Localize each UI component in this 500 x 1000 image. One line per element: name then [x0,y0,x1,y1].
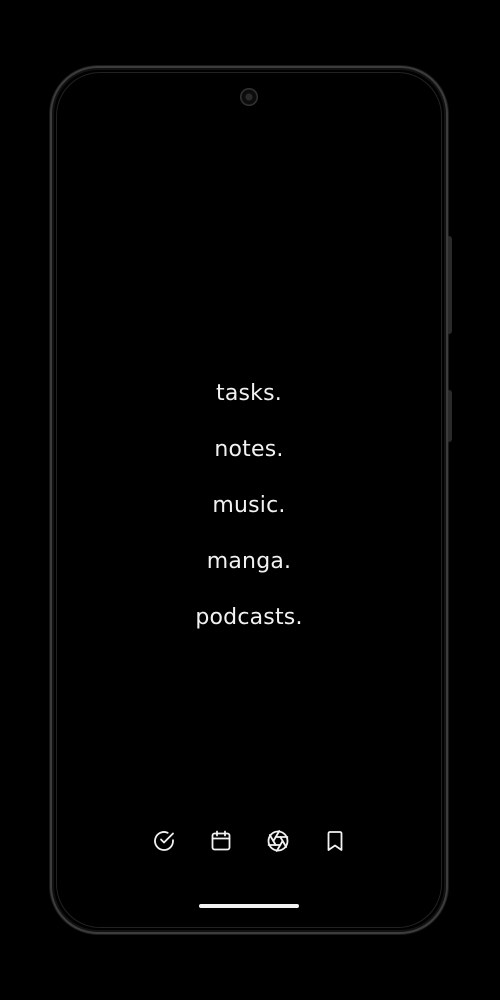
bottom-tab-bar [58,828,440,854]
main-menu: tasks. notes. music. manga. podcasts. [58,366,440,646]
calendar-icon [211,830,230,851]
menu-item-tasks[interactable]: tasks. [216,366,282,422]
menu-item-notes[interactable]: notes. [214,422,283,478]
home-indicator[interactable] [199,904,299,908]
screen: tasks. notes. music. manga. podcasts. [58,74,440,926]
bookmark-icon [327,831,342,851]
tab-tasks[interactable] [151,828,177,854]
tab-calendar[interactable] [208,828,234,854]
menu-item-music[interactable]: music. [212,478,285,534]
tab-aperture[interactable] [265,828,291,854]
volume-button [448,236,452,334]
menu-item-manga[interactable]: manga. [207,534,292,590]
menu-item-podcasts[interactable]: podcasts. [195,590,302,646]
aperture-icon [267,830,288,852]
power-button [448,390,452,442]
phone-frame: tasks. notes. music. manga. podcasts. [50,66,452,934]
front-camera [240,88,258,106]
check-circle-icon [153,831,174,851]
tab-bookmark[interactable] [322,828,348,854]
